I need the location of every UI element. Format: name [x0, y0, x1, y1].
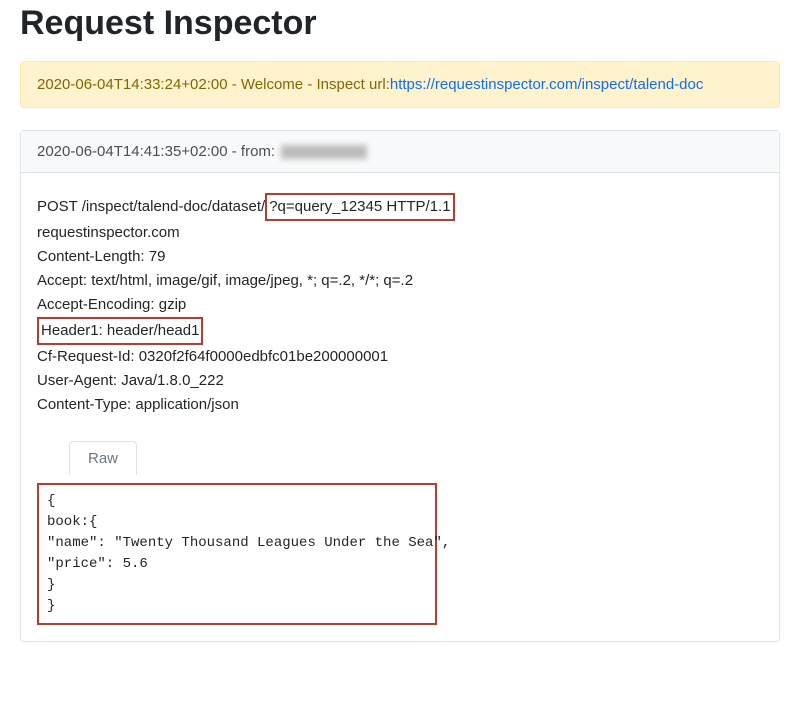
welcome-message: - Welcome - Inspect url: [228, 76, 390, 93]
request-query-highlight: ?q=query_12345 HTTP/1.1 [265, 193, 454, 221]
inspect-url-link[interactable]: https://requestinspector.com/inspect/tal… [390, 76, 704, 93]
request-content-length: Content-Length: 79 [37, 245, 763, 269]
request-accept-encoding: Accept-Encoding: gzip [37, 293, 763, 317]
welcome-alert: 2020-06-04T14:33:24+02:00 - Welcome - In… [20, 61, 780, 108]
request-card-body: POST /inspect/talend-doc/dataset/?q=quer… [21, 173, 779, 641]
raw-body-box: { book:{ "name": "Twenty Thousand League… [37, 483, 437, 625]
body-l6: } [47, 598, 55, 614]
body-l1: { [47, 493, 55, 509]
request-from-ip-obscured [281, 145, 367, 159]
request-cf-id: Cf-Request-Id: 0320f2f64f0000edbfc01be20… [37, 345, 763, 369]
body-l5: } [47, 577, 55, 593]
body-l3: "name": "Twenty Thousand Leagues Under t… [47, 535, 450, 551]
welcome-timestamp: 2020-06-04T14:33:24+02:00 [37, 76, 228, 93]
body-l4: "price": 5.6 [47, 556, 148, 572]
page-title: Request Inspector [20, 4, 780, 43]
body-l2: book:{ [47, 514, 97, 530]
request-card-header: 2020-06-04T14:41:35+02:00 - from: [21, 131, 779, 173]
request-header1-highlight: Header1: header/head1 [37, 317, 203, 345]
tab-raw[interactable]: Raw [69, 441, 137, 475]
request-content-type: Content-Type: application/json [37, 393, 763, 417]
body-tabs: Raw [37, 441, 763, 475]
request-first-line: POST /inspect/talend-doc/dataset/?q=quer… [37, 193, 763, 221]
request-from-label: - from: [228, 143, 280, 160]
request-header1: Header1: header/head1 [37, 317, 763, 345]
request-timestamp: 2020-06-04T14:41:35+02:00 [37, 143, 228, 160]
request-card: 2020-06-04T14:41:35+02:00 - from: POST /… [20, 130, 780, 642]
request-accept: Accept: text/html, image/gif, image/jpeg… [37, 269, 763, 293]
request-method-path: POST /inspect/talend-doc/dataset/ [37, 198, 265, 215]
request-host: requestinspector.com [37, 221, 763, 245]
request-user-agent: User-Agent: Java/1.8.0_222 [37, 369, 763, 393]
